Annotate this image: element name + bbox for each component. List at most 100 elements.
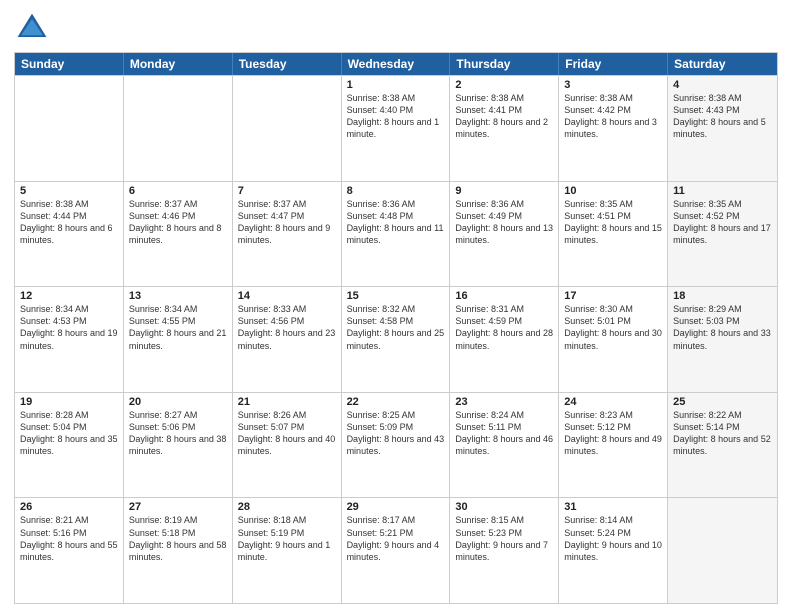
logo	[14, 10, 54, 46]
cell-text: Sunrise: 8:32 AM Sunset: 4:58 PM Dayligh…	[347, 303, 445, 352]
calendar-cell: 26Sunrise: 8:21 AM Sunset: 5:16 PM Dayli…	[15, 498, 124, 603]
calendar-cell: 3Sunrise: 8:38 AM Sunset: 4:42 PM Daylig…	[559, 76, 668, 181]
calendar-row: 1Sunrise: 8:38 AM Sunset: 4:40 PM Daylig…	[15, 75, 777, 181]
cell-text: Sunrise: 8:37 AM Sunset: 4:46 PM Dayligh…	[129, 198, 227, 247]
day-number: 23	[455, 396, 553, 408]
calendar-cell: 14Sunrise: 8:33 AM Sunset: 4:56 PM Dayli…	[233, 287, 342, 392]
calendar-header-cell: Friday	[559, 53, 668, 75]
cell-text: Sunrise: 8:36 AM Sunset: 4:48 PM Dayligh…	[347, 198, 445, 247]
calendar: SundayMondayTuesdayWednesdayThursdayFrid…	[14, 52, 778, 604]
calendar-cell: 21Sunrise: 8:26 AM Sunset: 5:07 PM Dayli…	[233, 393, 342, 498]
day-number: 18	[673, 290, 772, 302]
cell-text: Sunrise: 8:19 AM Sunset: 5:18 PM Dayligh…	[129, 514, 227, 563]
calendar-cell: 24Sunrise: 8:23 AM Sunset: 5:12 PM Dayli…	[559, 393, 668, 498]
day-number: 20	[129, 396, 227, 408]
calendar-cell: 23Sunrise: 8:24 AM Sunset: 5:11 PM Dayli…	[450, 393, 559, 498]
calendar-cell: 28Sunrise: 8:18 AM Sunset: 5:19 PM Dayli…	[233, 498, 342, 603]
day-number: 7	[238, 185, 336, 197]
day-number: 9	[455, 185, 553, 197]
cell-text: Sunrise: 8:34 AM Sunset: 4:53 PM Dayligh…	[20, 303, 118, 352]
day-number: 15	[347, 290, 445, 302]
calendar-row: 5Sunrise: 8:38 AM Sunset: 4:44 PM Daylig…	[15, 181, 777, 287]
calendar-cell: 8Sunrise: 8:36 AM Sunset: 4:48 PM Daylig…	[342, 182, 451, 287]
calendar-cell: 2Sunrise: 8:38 AM Sunset: 4:41 PM Daylig…	[450, 76, 559, 181]
calendar-cell: 17Sunrise: 8:30 AM Sunset: 5:01 PM Dayli…	[559, 287, 668, 392]
day-number: 27	[129, 501, 227, 513]
calendar-cell: 25Sunrise: 8:22 AM Sunset: 5:14 PM Dayli…	[668, 393, 777, 498]
calendar-cell: 31Sunrise: 8:14 AM Sunset: 5:24 PM Dayli…	[559, 498, 668, 603]
calendar-cell: 12Sunrise: 8:34 AM Sunset: 4:53 PM Dayli…	[15, 287, 124, 392]
calendar-header: SundayMondayTuesdayWednesdayThursdayFrid…	[15, 53, 777, 75]
day-number: 31	[564, 501, 662, 513]
calendar-cell: 19Sunrise: 8:28 AM Sunset: 5:04 PM Dayli…	[15, 393, 124, 498]
day-number: 26	[20, 501, 118, 513]
calendar-header-cell: Sunday	[15, 53, 124, 75]
cell-text: Sunrise: 8:35 AM Sunset: 4:51 PM Dayligh…	[564, 198, 662, 247]
day-number: 30	[455, 501, 553, 513]
header	[14, 10, 778, 46]
calendar-cell	[668, 498, 777, 603]
cell-text: Sunrise: 8:38 AM Sunset: 4:43 PM Dayligh…	[673, 92, 772, 141]
calendar-cell: 11Sunrise: 8:35 AM Sunset: 4:52 PM Dayli…	[668, 182, 777, 287]
calendar-cell: 22Sunrise: 8:25 AM Sunset: 5:09 PM Dayli…	[342, 393, 451, 498]
cell-text: Sunrise: 8:25 AM Sunset: 5:09 PM Dayligh…	[347, 409, 445, 458]
calendar-header-cell: Tuesday	[233, 53, 342, 75]
calendar-cell: 16Sunrise: 8:31 AM Sunset: 4:59 PM Dayli…	[450, 287, 559, 392]
calendar-cell: 1Sunrise: 8:38 AM Sunset: 4:40 PM Daylig…	[342, 76, 451, 181]
day-number: 12	[20, 290, 118, 302]
cell-text: Sunrise: 8:36 AM Sunset: 4:49 PM Dayligh…	[455, 198, 553, 247]
calendar-cell: 29Sunrise: 8:17 AM Sunset: 5:21 PM Dayli…	[342, 498, 451, 603]
calendar-header-cell: Monday	[124, 53, 233, 75]
day-number: 22	[347, 396, 445, 408]
day-number: 13	[129, 290, 227, 302]
calendar-body: 1Sunrise: 8:38 AM Sunset: 4:40 PM Daylig…	[15, 75, 777, 603]
cell-text: Sunrise: 8:27 AM Sunset: 5:06 PM Dayligh…	[129, 409, 227, 458]
day-number: 19	[20, 396, 118, 408]
cell-text: Sunrise: 8:38 AM Sunset: 4:44 PM Dayligh…	[20, 198, 118, 247]
calendar-cell: 6Sunrise: 8:37 AM Sunset: 4:46 PM Daylig…	[124, 182, 233, 287]
calendar-cell: 20Sunrise: 8:27 AM Sunset: 5:06 PM Dayli…	[124, 393, 233, 498]
day-number: 6	[129, 185, 227, 197]
calendar-header-cell: Wednesday	[342, 53, 451, 75]
cell-text: Sunrise: 8:21 AM Sunset: 5:16 PM Dayligh…	[20, 514, 118, 563]
cell-text: Sunrise: 8:29 AM Sunset: 5:03 PM Dayligh…	[673, 303, 772, 352]
calendar-cell: 7Sunrise: 8:37 AM Sunset: 4:47 PM Daylig…	[233, 182, 342, 287]
cell-text: Sunrise: 8:35 AM Sunset: 4:52 PM Dayligh…	[673, 198, 772, 247]
cell-text: Sunrise: 8:33 AM Sunset: 4:56 PM Dayligh…	[238, 303, 336, 352]
cell-text: Sunrise: 8:18 AM Sunset: 5:19 PM Dayligh…	[238, 514, 336, 563]
calendar-row: 19Sunrise: 8:28 AM Sunset: 5:04 PM Dayli…	[15, 392, 777, 498]
day-number: 8	[347, 185, 445, 197]
calendar-cell: 4Sunrise: 8:38 AM Sunset: 4:43 PM Daylig…	[668, 76, 777, 181]
cell-text: Sunrise: 8:38 AM Sunset: 4:40 PM Dayligh…	[347, 92, 445, 141]
cell-text: Sunrise: 8:14 AM Sunset: 5:24 PM Dayligh…	[564, 514, 662, 563]
cell-text: Sunrise: 8:26 AM Sunset: 5:07 PM Dayligh…	[238, 409, 336, 458]
day-number: 3	[564, 79, 662, 91]
cell-text: Sunrise: 8:38 AM Sunset: 4:42 PM Dayligh…	[564, 92, 662, 141]
day-number: 4	[673, 79, 772, 91]
cell-text: Sunrise: 8:22 AM Sunset: 5:14 PM Dayligh…	[673, 409, 772, 458]
cell-text: Sunrise: 8:23 AM Sunset: 5:12 PM Dayligh…	[564, 409, 662, 458]
calendar-cell: 30Sunrise: 8:15 AM Sunset: 5:23 PM Dayli…	[450, 498, 559, 603]
day-number: 16	[455, 290, 553, 302]
day-number: 14	[238, 290, 336, 302]
calendar-cell: 9Sunrise: 8:36 AM Sunset: 4:49 PM Daylig…	[450, 182, 559, 287]
calendar-row: 26Sunrise: 8:21 AM Sunset: 5:16 PM Dayli…	[15, 497, 777, 603]
cell-text: Sunrise: 8:31 AM Sunset: 4:59 PM Dayligh…	[455, 303, 553, 352]
day-number: 11	[673, 185, 772, 197]
day-number: 21	[238, 396, 336, 408]
cell-text: Sunrise: 8:38 AM Sunset: 4:41 PM Dayligh…	[455, 92, 553, 141]
calendar-header-cell: Thursday	[450, 53, 559, 75]
cell-text: Sunrise: 8:30 AM Sunset: 5:01 PM Dayligh…	[564, 303, 662, 352]
calendar-row: 12Sunrise: 8:34 AM Sunset: 4:53 PM Dayli…	[15, 286, 777, 392]
calendar-cell: 27Sunrise: 8:19 AM Sunset: 5:18 PM Dayli…	[124, 498, 233, 603]
day-number: 17	[564, 290, 662, 302]
day-number: 28	[238, 501, 336, 513]
cell-text: Sunrise: 8:34 AM Sunset: 4:55 PM Dayligh…	[129, 303, 227, 352]
calendar-cell	[15, 76, 124, 181]
cell-text: Sunrise: 8:15 AM Sunset: 5:23 PM Dayligh…	[455, 514, 553, 563]
day-number: 25	[673, 396, 772, 408]
day-number: 10	[564, 185, 662, 197]
day-number: 24	[564, 396, 662, 408]
calendar-cell	[124, 76, 233, 181]
cell-text: Sunrise: 8:37 AM Sunset: 4:47 PM Dayligh…	[238, 198, 336, 247]
